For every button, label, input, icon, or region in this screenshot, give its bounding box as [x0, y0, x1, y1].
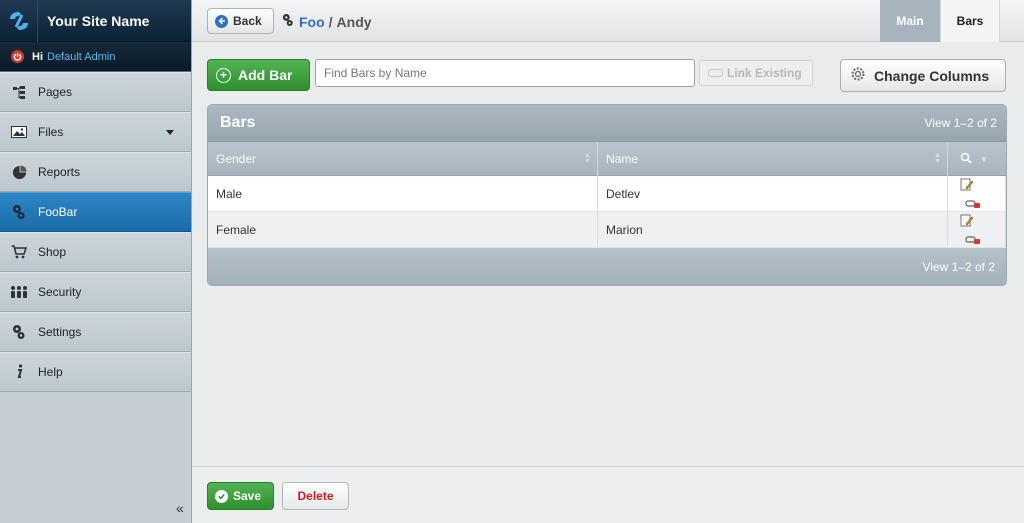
grid-header: Gender ▲ ▼ Name ▲ ▼ ▼ [208, 142, 1006, 176]
site-name[interactable]: Your Site Name [38, 13, 149, 29]
delete-button[interactable]: Delete [282, 482, 349, 510]
user-name-link[interactable]: Default Admin [47, 51, 115, 63]
link-existing-label: Link Existing [727, 66, 802, 80]
search-icon[interactable] [960, 152, 972, 167]
plus-circle-icon: + [216, 67, 231, 83]
sidebar-item-reports[interactable]: Reports [0, 152, 191, 192]
sidebar-item-label: Reports [38, 165, 81, 179]
edit-icon[interactable] [960, 214, 974, 231]
check-circle-icon [215, 489, 228, 503]
sidebar-item-label: Help [38, 365, 63, 379]
cell-name: Detlev [598, 176, 948, 211]
sidebar: Your Site Name Hi Default Admin Pages Fi… [0, 0, 192, 523]
back-button[interactable]: Back [207, 8, 274, 34]
grid-footer-count: View 1–2 of 2 [922, 259, 996, 274]
add-bar-label: Add Bar [238, 67, 293, 83]
power-icon[interactable] [11, 50, 24, 63]
cell-gender: Female [208, 212, 598, 247]
sort-icon: ▲ ▼ [934, 152, 941, 165]
unlink-icon[interactable] [965, 234, 981, 248]
back-label: Back [233, 14, 262, 28]
sidebar-item-shop[interactable]: Shop [0, 232, 191, 272]
grid-footer: View 1–2 of 2 [208, 248, 1006, 285]
sort-icon: ▲ ▼ [584, 152, 591, 165]
tab-main[interactable]: Main [880, 0, 940, 42]
save-button[interactable]: Save [207, 482, 274, 510]
users-icon [0, 285, 38, 299]
table-row[interactable]: Female Marion [208, 212, 1006, 248]
sidebar-item-security[interactable]: Security [0, 272, 191, 312]
sidebar-nav: Pages Files Reports FooBar Shop Security… [0, 72, 191, 392]
user-bar: Hi Default Admin [0, 42, 191, 72]
sidebar-item-label: Pages [38, 85, 73, 99]
top-bar: Back Foo / Andy Main Bars [192, 0, 1024, 42]
add-bar-button[interactable]: + Add Bar [207, 59, 310, 91]
sidebar-item-label: Security [38, 285, 82, 299]
sidebar-item-foobar[interactable]: FooBar [0, 192, 191, 232]
grid-caption: Bars View 1–2 of 2 [208, 105, 1006, 142]
link-existing-button[interactable]: Link Existing [699, 60, 813, 86]
sidebar-item-files[interactable]: Files [0, 112, 191, 152]
search-input[interactable] [315, 59, 695, 87]
column-header-label: Name [606, 152, 639, 166]
table-row[interactable]: Male Detlev [208, 176, 1006, 212]
collapse-sidebar-button[interactable]: « [176, 500, 184, 516]
breadcrumb: Foo / Andy [282, 13, 372, 30]
sidebar-item-label: Files [38, 125, 64, 139]
greeting: Hi [32, 50, 43, 63]
save-label: Save [233, 489, 262, 503]
gears-icon [0, 204, 38, 220]
cart-icon [0, 245, 38, 259]
sidebar-item-label: Settings [38, 325, 82, 339]
grid-title: Bars [220, 114, 256, 131]
brand-header: Your Site Name [0, 0, 191, 42]
pie-chart-icon [0, 164, 38, 180]
chevron-down-icon[interactable] [166, 130, 174, 135]
sidebar-item-settings[interactable]: Settings [0, 312, 191, 352]
column-header-actions[interactable]: ▼ [948, 142, 1006, 176]
gears-icon [282, 13, 294, 30]
cell-name: Marion [598, 212, 948, 247]
change-columns-button[interactable]: Change Columns [840, 59, 1006, 92]
sidebar-item-label: FooBar [38, 205, 78, 219]
logo-icon[interactable] [0, 0, 38, 42]
gear-icon [851, 67, 865, 84]
row-actions [948, 212, 1006, 247]
change-columns-label: Change Columns [874, 67, 990, 84]
sidebar-item-pages[interactable]: Pages [0, 72, 191, 112]
tab-bars[interactable]: Bars [940, 0, 1000, 42]
main-content: + Add Bar Link Existing Change Columns B… [192, 42, 1024, 466]
column-header-label: Gender [216, 152, 257, 166]
chevron-down-icon[interactable]: ▼ [980, 155, 988, 164]
unlink-icon[interactable] [965, 198, 981, 212]
grid-view-count: View 1–2 of 2 [924, 116, 998, 130]
bars-grid: Bars View 1–2 of 2 Gender ▲ ▼ Name ▲ ▼ ▼ M… [207, 104, 1007, 286]
bottom-action-bar: Save Delete [192, 466, 1024, 523]
link-icon [708, 69, 723, 77]
info-icon [0, 364, 38, 380]
gears-icon [0, 324, 38, 340]
edit-icon[interactable] [960, 178, 974, 195]
breadcrumb-separator: / [328, 13, 333, 30]
arrow-left-icon [215, 14, 228, 28]
breadcrumb-parent-link[interactable]: Foo [299, 14, 325, 30]
breadcrumb-current: Andy [336, 13, 372, 30]
cell-gender: Male [208, 176, 598, 211]
sitemap-icon [0, 85, 38, 99]
sidebar-item-label: Shop [38, 245, 67, 259]
sidebar-item-help[interactable]: Help [0, 352, 191, 392]
column-header-gender[interactable]: Gender ▲ ▼ [208, 142, 598, 176]
column-header-name[interactable]: Name ▲ ▼ [598, 142, 948, 176]
row-actions [948, 176, 1006, 211]
image-icon [0, 126, 38, 138]
